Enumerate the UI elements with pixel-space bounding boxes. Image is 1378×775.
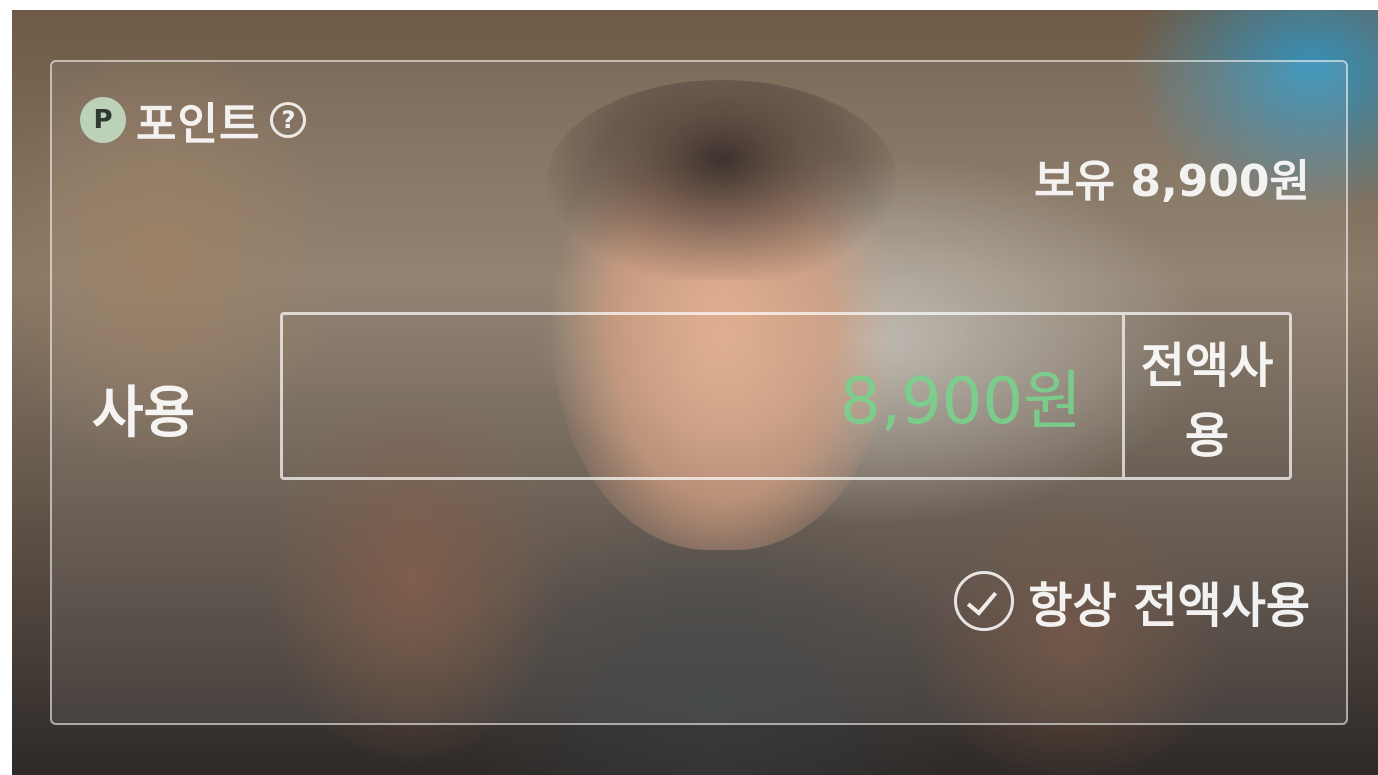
checkmark-circle-icon[interactable] [954, 571, 1015, 631]
points-balance: 보유 8,900원 [1034, 156, 1310, 207]
points-badge-icon: P [80, 97, 126, 143]
points-title: 포인트 [136, 99, 261, 150]
use-all-button[interactable]: 전액사용 [1122, 315, 1289, 477]
use-label: 사용 [92, 381, 196, 446]
always-use-all-label: 항상 전액사용 [1028, 578, 1310, 634]
background-photo: P 포인트 ? 보유 8,900원 사용 전액사용 항상 전액사용 [12, 10, 1378, 775]
amount-field-group: 전액사용 [280, 312, 1292, 480]
always-use-all-toggle[interactable]: 항상 전액사용 [954, 566, 1310, 636]
help-icon[interactable]: ? [270, 102, 307, 138]
points-header: P 포인트 ? [80, 90, 307, 150]
points-amount-input[interactable] [283, 315, 1122, 477]
